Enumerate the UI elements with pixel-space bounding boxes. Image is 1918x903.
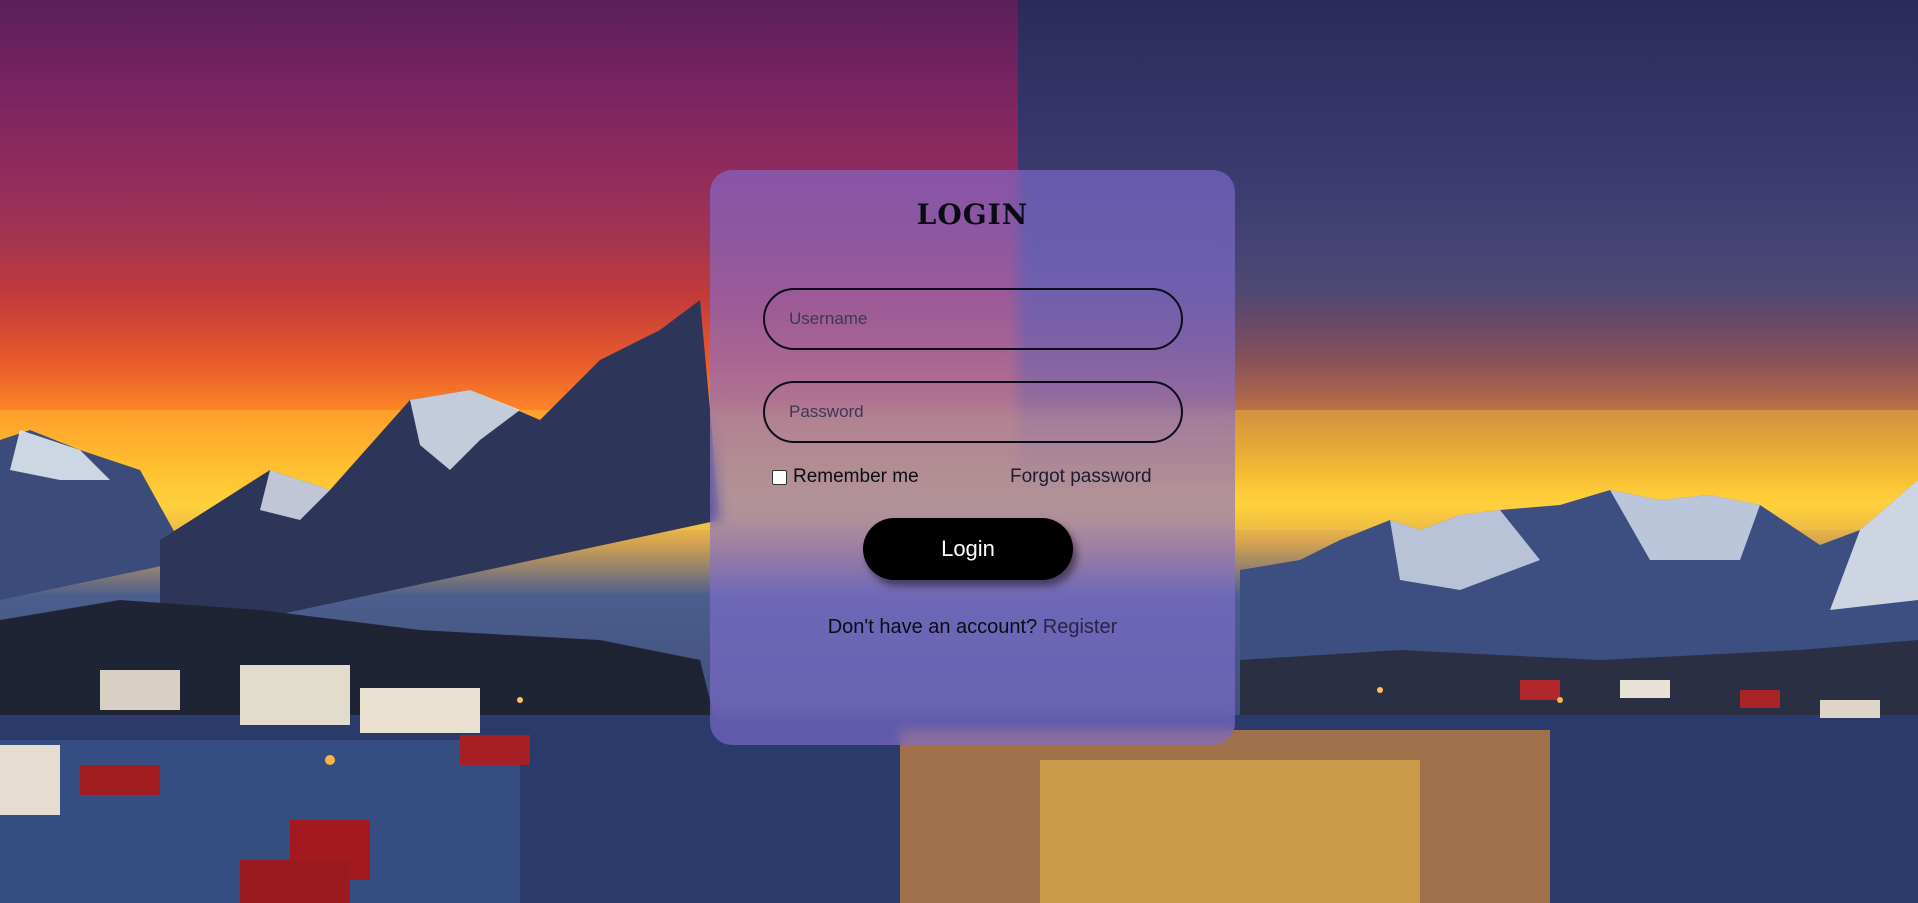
house	[100, 670, 180, 710]
house	[240, 665, 350, 725]
house-red	[460, 735, 530, 765]
login-page: LOGIN Remember me Forgot password Login …	[0, 0, 1918, 903]
login-title: LOGIN	[916, 198, 1029, 231]
password-input[interactable]	[763, 381, 1183, 443]
house	[0, 745, 60, 815]
house-red	[240, 860, 350, 903]
register-line: Don't have an account? Register	[710, 616, 1235, 639]
forgot-password-link[interactable]: Forgot password	[1010, 466, 1152, 488]
username-input[interactable]	[763, 288, 1183, 350]
house-red	[1520, 680, 1560, 700]
register-link[interactable]: Register	[1043, 616, 1117, 638]
login-card: LOGIN Remember me Forgot password Login …	[710, 170, 1235, 745]
login-button[interactable]: Login	[863, 518, 1073, 580]
remember-me[interactable]: Remember me	[772, 466, 919, 488]
remember-me-label: Remember me	[793, 466, 919, 487]
house	[1620, 680, 1670, 698]
house-red	[80, 765, 160, 795]
remember-me-checkbox[interactable]	[772, 469, 787, 485]
house	[1820, 700, 1880, 718]
house-red	[1740, 690, 1780, 708]
register-prompt: Don't have an account?	[827, 616, 1038, 638]
house	[360, 688, 480, 733]
